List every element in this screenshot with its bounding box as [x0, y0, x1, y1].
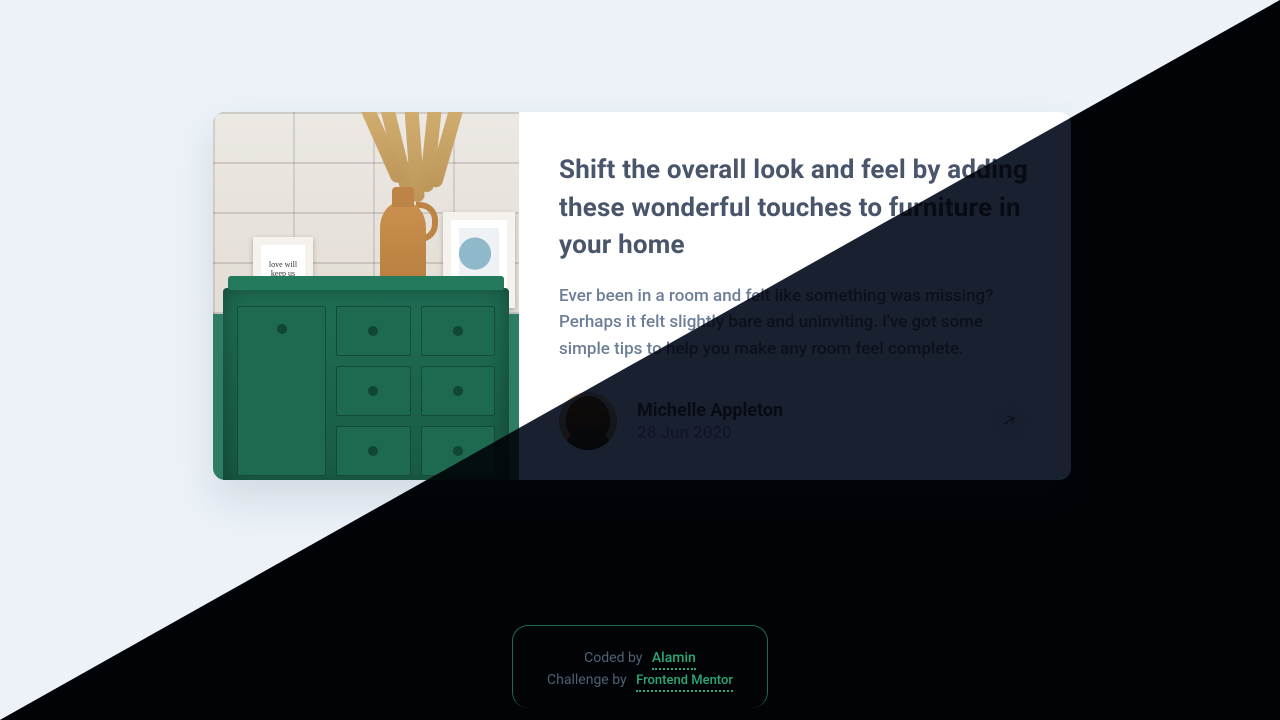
coded-by-link[interactable]: Alamin: [652, 650, 696, 670]
article-body: Shift the overall look and feel by addin…: [519, 112, 1071, 480]
share-icon: [1002, 411, 1020, 432]
attribution-box: Coded by Alamin Challenge by Frontend Me…: [512, 625, 768, 708]
author-block: Michelle Appleton 28 Jun 2020: [637, 400, 783, 443]
coded-by-label: Coded by: [584, 650, 642, 666]
challenge-by-link[interactable]: Frontend Mentor: [636, 673, 733, 692]
author-avatar: [559, 392, 617, 450]
article-title: Shift the overall look and feel by addin…: [559, 152, 1031, 265]
author-name: Michelle Appleton: [637, 400, 783, 421]
article-description: Ever been in a room and felt like someth…: [559, 283, 1031, 362]
publish-date: 28 Jun 2020: [637, 423, 783, 443]
challenge-by-label: Challenge by: [547, 672, 627, 688]
dresser-illustration: [223, 288, 509, 480]
attribution-challenge-by: Challenge by Frontend Mentor: [523, 672, 757, 688]
attribution-coded-by: Coded by Alamin: [523, 650, 757, 666]
article-hero-image: [213, 112, 519, 480]
article-preview-card: Shift the overall look and feel by addin…: [213, 112, 1071, 480]
share-button[interactable]: [991, 401, 1031, 441]
article-footer: Michelle Appleton 28 Jun 2020: [559, 372, 1031, 450]
